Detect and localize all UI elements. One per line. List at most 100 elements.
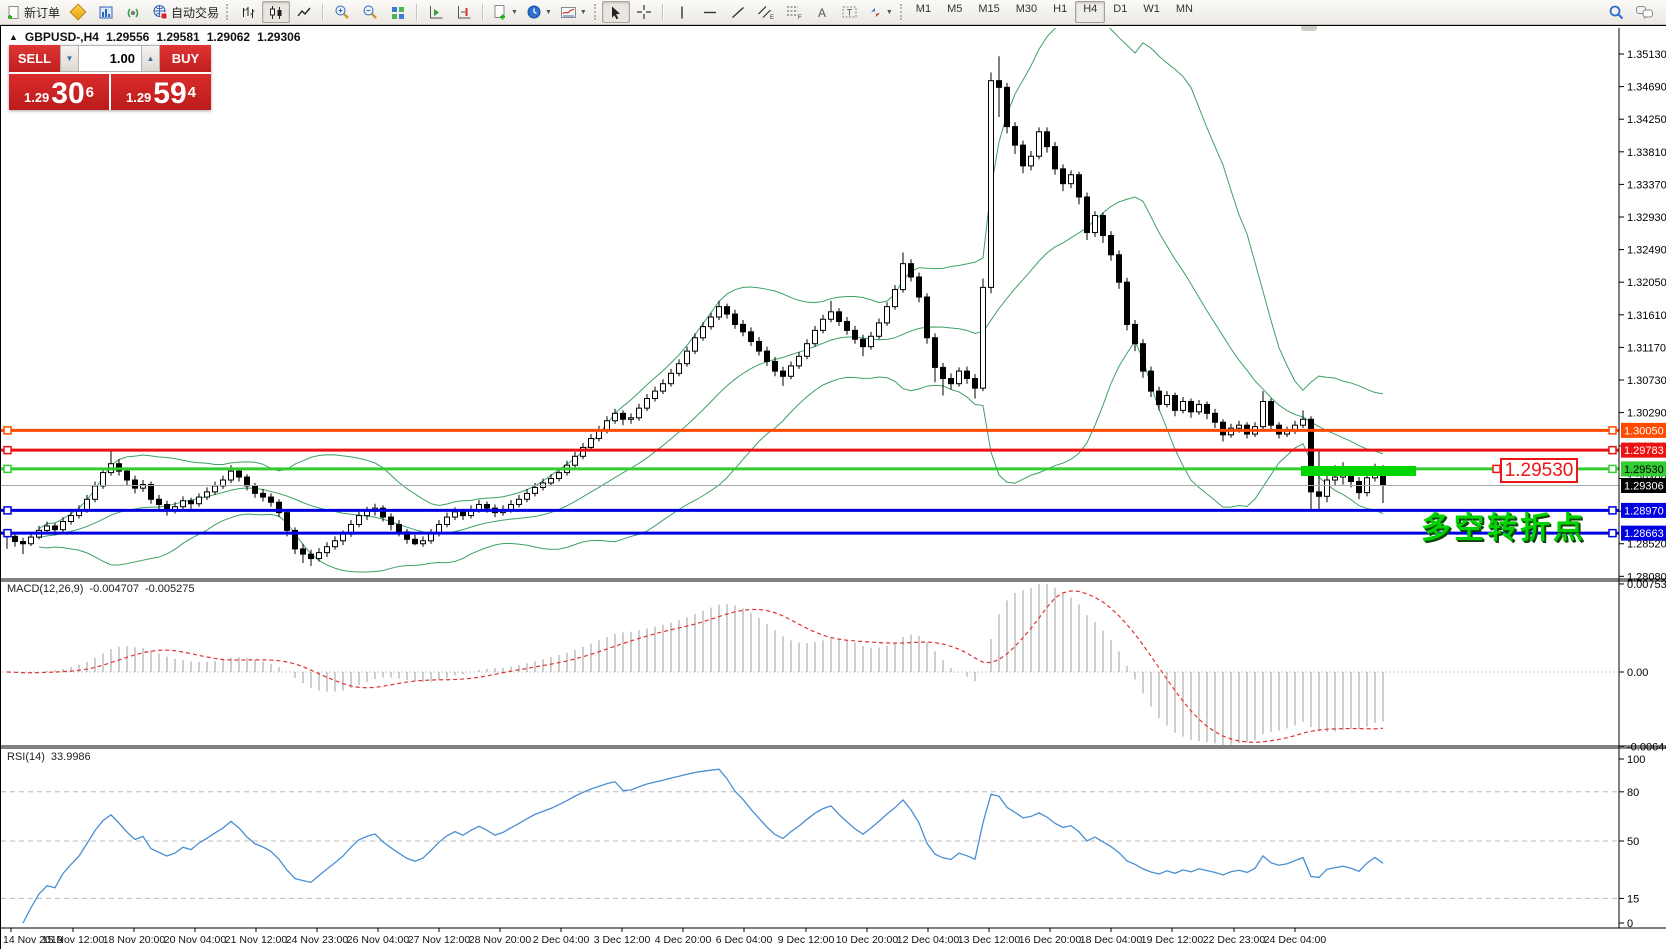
tf-w1[interactable]: W1 [1135,1,1168,23]
tf-m1[interactable]: M1 [908,1,939,23]
templates-button[interactable]: ▼ [488,1,522,23]
price-callout-label[interactable]: 1.29530 [1500,458,1578,483]
line-anchor-handle[interactable] [1609,447,1616,454]
candle-body [1061,169,1066,184]
new-order-button[interactable]: 新订单 [2,1,64,23]
line-anchor-handle[interactable] [1609,530,1616,537]
buy-button[interactable]: BUY [160,45,211,72]
horizontal-line-button[interactable] [696,1,724,23]
volume-decrease-button[interactable]: ▼ [60,45,79,72]
zoom-in-button[interactable] [328,1,356,23]
tf-d1[interactable]: D1 [1105,1,1135,23]
candle-body [1301,419,1306,425]
vertical-line-button[interactable] [668,1,696,23]
sell-button[interactable]: SELL [9,45,60,72]
trendline-button[interactable] [724,1,752,23]
candle-body [957,371,962,384]
line-anchor-handle[interactable] [1609,427,1616,434]
search-button[interactable] [1602,1,1630,23]
candle-body [805,344,810,357]
auto-scroll-button[interactable] [422,1,450,23]
candle-body [637,408,642,418]
axis-price-box-label: 1.29306 [1624,481,1664,493]
candle-body [965,371,970,378]
line-anchor-handle[interactable] [4,465,11,472]
candle-body [1053,147,1058,169]
candle-body [253,486,258,493]
candle-body [125,471,130,480]
zoom-out-button[interactable] [356,1,384,23]
clock-icon [526,4,542,20]
rsi-axis-label: 50 [1627,836,1639,848]
tf-m30[interactable]: M30 [1008,1,1045,23]
tf-h1[interactable]: H1 [1045,1,1075,23]
buy-price-button[interactable]: 1.29594 [111,74,211,110]
time-tick-label: 22 Dec 23:00 [1203,934,1266,946]
time-tick-label: 16 Dec 20:00 [1019,934,1082,946]
tf-h4[interactable]: H4 [1075,1,1105,23]
market-watch-button[interactable] [92,1,120,23]
volume-increase-button[interactable]: ▲ [141,45,160,72]
rsi-axis-label: 80 [1627,787,1639,799]
quote-high: 1.29581 [156,30,199,44]
collapse-triangle-icon[interactable]: ▲ [9,32,18,42]
line-anchor-handle[interactable] [1609,465,1616,472]
tile-windows-button[interactable] [384,1,412,23]
tf-mn[interactable]: MN [1168,1,1201,23]
window-tab-handle[interactable] [1301,26,1317,31]
text-label-button[interactable]: T [836,1,864,23]
tf-m5[interactable]: M5 [939,1,970,23]
chart-shift-button[interactable] [450,1,478,23]
candle-body [613,413,618,420]
line-anchor-handle[interactable] [4,507,11,514]
community-chat-button[interactable] [1630,1,1658,23]
candle-body [157,499,162,504]
candle-body [1029,156,1034,166]
line-anchor-handle[interactable] [4,447,11,454]
fibonacci-button[interactable]: F [780,1,808,23]
line-anchor-handle[interactable] [1609,507,1616,514]
candle-body [1221,422,1226,435]
time-tick-label: 28 Nov 20:00 [469,934,532,946]
candle-body [1133,324,1138,343]
candle-body [1077,175,1082,197]
history-center-button[interactable] [64,1,92,23]
toolbar-drag-handle [226,4,231,20]
candle-body [53,526,58,530]
macd-label: MACD(12,26,9) -0.004707 -0.005275 [7,583,195,595]
line-chart-button[interactable] [290,1,318,23]
candle-body [917,277,922,297]
autotrade-button[interactable]: 自动交易 [148,1,223,23]
callout-anchor-handle[interactable] [1493,465,1500,472]
rsi-label: RSI(14) 33.9986 [7,751,91,763]
arrows-button[interactable]: ▼ [864,1,897,23]
periods-menu-button[interactable]: ▼ [522,1,556,23]
crosshair-button[interactable] [630,1,658,23]
indicators-button[interactable]: ▼ [556,1,591,23]
candle-body [309,554,314,558]
candle-body [909,264,914,277]
highlight-zone[interactable] [1301,466,1416,476]
cursor-button[interactable] [602,1,630,23]
price-tick-label: 1.34690 [1627,82,1666,94]
price-tick-label: 1.30290 [1627,408,1666,420]
candle-body [981,287,986,388]
chart-canvas[interactable]: 1.351301.346901.342501.338101.333701.329… [1,26,1666,950]
macd-axis-label: 0.00 [1627,667,1648,679]
tf-m15[interactable]: M15 [970,1,1007,23]
line-anchor-handle[interactable] [4,530,11,537]
bar-chart-button[interactable] [234,1,262,23]
equidistant-channel-button[interactable]: E [752,1,780,23]
chat-icon [1635,4,1654,20]
signals-button[interactable] [120,1,148,23]
sell-price-button[interactable]: 1.29306 [9,74,111,110]
candle-chart-button[interactable] [262,1,290,23]
time-tick-label: 19 Dec 12:00 [1141,934,1204,946]
dropdown-caret-icon: ▼ [886,9,893,16]
text-button[interactable]: A [808,1,836,23]
chinese-annotation[interactable]: 多空转折点 [1421,503,1586,547]
volume-input[interactable] [79,45,141,72]
candle-body [1093,216,1098,233]
line-anchor-handle[interactable] [4,427,11,434]
time-tick-label: 4 Dec 20:00 [655,934,712,946]
